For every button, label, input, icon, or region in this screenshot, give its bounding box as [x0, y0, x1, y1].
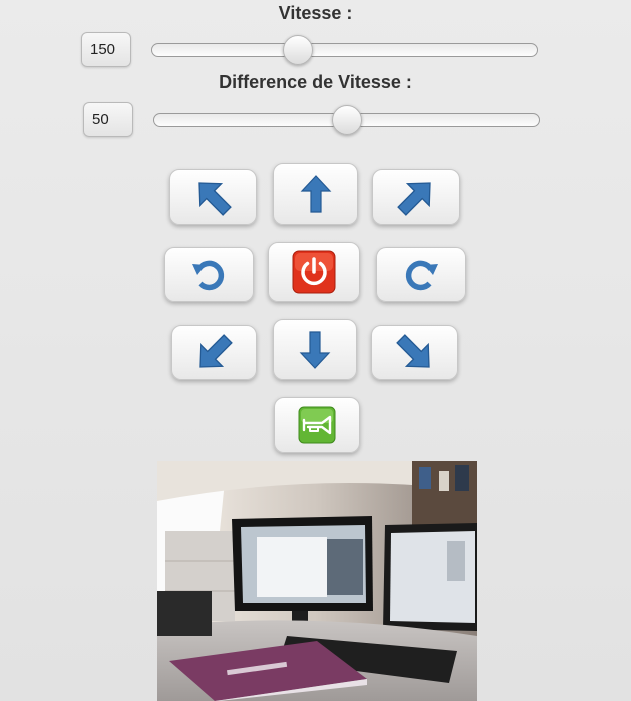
- backward-button[interactable]: [273, 319, 357, 380]
- arrow-up-left-icon: [198, 182, 232, 216]
- arrow-down-left-icon: [199, 333, 233, 368]
- speed-difference-label: Difference de Vitesse :: [219, 72, 412, 92]
- speed-difference-value-field[interactable]: 50: [83, 102, 133, 137]
- backward-left-button[interactable]: [171, 325, 257, 380]
- arrow-down-right-icon: [395, 333, 430, 368]
- forward-right-button[interactable]: [372, 169, 460, 225]
- rotate-cw-icon: [405, 260, 438, 290]
- speed-value-field[interactable]: 150: [81, 32, 131, 67]
- rotate-right-button[interactable]: [376, 247, 466, 302]
- rotate-left-button[interactable]: [164, 247, 254, 302]
- stop-button[interactable]: [268, 242, 360, 302]
- speed-difference-slider[interactable]: [153, 105, 540, 135]
- power-icon: [292, 250, 336, 294]
- arrow-down-icon: [299, 330, 331, 369]
- horn-icon: [298, 406, 336, 444]
- arrow-up-right-icon: [397, 182, 431, 216]
- horn-button[interactable]: [274, 397, 360, 453]
- backward-right-button[interactable]: [371, 325, 458, 380]
- speed-slider-track[interactable]: [151, 43, 538, 57]
- rotate-ccw-icon: [192, 260, 225, 290]
- arrow-up-icon: [300, 175, 331, 213]
- forward-left-button[interactable]: [169, 169, 257, 225]
- speed-label: Vitesse :: [278, 3, 353, 23]
- speed-slider-thumb[interactable]: [283, 35, 314, 65]
- camera-feed: [157, 461, 477, 701]
- forward-button[interactable]: [273, 163, 358, 225]
- speed-difference-slider-thumb[interactable]: [331, 105, 362, 135]
- speed-slider[interactable]: [151, 35, 538, 65]
